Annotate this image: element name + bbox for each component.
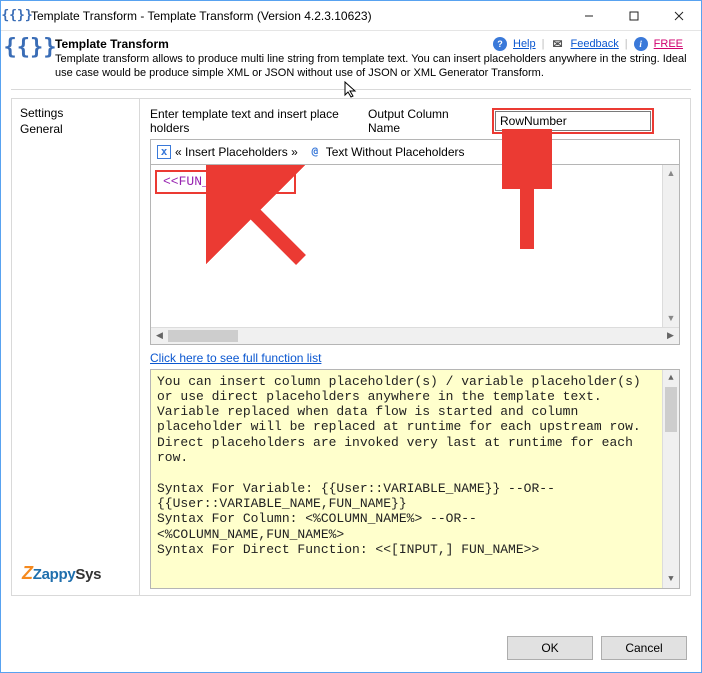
body-panel: Settings General ZZappySys Enter templat… bbox=[11, 98, 691, 596]
header-panel: {{}} Template Transform Template transfo… bbox=[1, 31, 701, 89]
free-link[interactable]: FREE bbox=[654, 38, 683, 50]
window-controls bbox=[566, 1, 701, 30]
scroll-up-icon: ▲ bbox=[663, 165, 679, 182]
titlebar: {{}} Template Transform - Template Trans… bbox=[1, 1, 701, 31]
mail-icon: ✉ bbox=[550, 37, 564, 51]
scroll-right-icon: ▶ bbox=[662, 330, 679, 341]
scroll-left-icon: ◀ bbox=[151, 330, 168, 341]
function-list-link-row: Click here to see full function list bbox=[150, 345, 680, 369]
scroll-down-icon: ▼ bbox=[663, 310, 679, 327]
help-scroll-up-icon: ▲ bbox=[663, 370, 679, 387]
insert-placeholders-button[interactable]: x « Insert Placeholders » bbox=[155, 144, 300, 160]
full-function-list-link[interactable]: Click here to see full function list bbox=[150, 351, 321, 365]
output-column-label: Output Column Name bbox=[368, 107, 484, 135]
help-text[interactable]: You can insert column placeholder(s) / v… bbox=[151, 370, 662, 588]
sidebar: Settings General ZZappySys bbox=[12, 99, 140, 595]
help-vertical-scrollbar[interactable]: ▲ ▼ bbox=[662, 370, 679, 588]
help-scroll-down-icon: ▼ bbox=[663, 571, 679, 588]
template-canvas[interactable]: <<FUN_SEQUENCE>> bbox=[151, 165, 662, 327]
app-icon: {{}} bbox=[9, 8, 25, 24]
footer-buttons: OK Cancel bbox=[507, 636, 687, 660]
help-scroll-thumb[interactable] bbox=[665, 387, 677, 432]
text-without-placeholders-button[interactable]: @ Text Without Placeholders bbox=[306, 144, 467, 160]
help-icon: ? bbox=[493, 37, 507, 51]
header-links: ? Help | ✉ Feedback | i FREE bbox=[493, 37, 683, 51]
minimize-button[interactable] bbox=[566, 1, 611, 30]
sidebar-item-general[interactable]: General bbox=[20, 121, 131, 137]
help-textarea: You can insert column placeholder(s) / v… bbox=[150, 369, 680, 589]
editor-horizontal-scrollbar[interactable]: ◀ ▶ bbox=[151, 327, 679, 344]
h-scroll-thumb[interactable] bbox=[168, 330, 238, 342]
window-title: Template Transform - Template Transform … bbox=[31, 9, 372, 23]
separator bbox=[11, 89, 691, 90]
help-link[interactable]: Help bbox=[513, 38, 536, 50]
close-button[interactable] bbox=[656, 1, 701, 30]
ok-button[interactable]: OK bbox=[507, 636, 593, 660]
at-icon: @ bbox=[308, 145, 322, 159]
feedback-link[interactable]: Feedback bbox=[570, 38, 618, 50]
template-toolbar: x « Insert Placeholders » @ Text Without… bbox=[151, 140, 679, 165]
editor-vertical-scrollbar[interactable]: ▲ ▼ bbox=[662, 165, 679, 327]
header-description: Template transform allows to produce mul… bbox=[55, 53, 691, 81]
enter-template-label: Enter template text and insert place hol… bbox=[150, 107, 360, 135]
template-editor-group: x « Insert Placeholders » @ Text Without… bbox=[150, 139, 680, 345]
output-column-highlight bbox=[492, 108, 654, 134]
info-icon: i bbox=[634, 37, 648, 51]
insert-icon: x bbox=[157, 145, 171, 159]
template-body: <<FUN_SEQUENCE>> ▲ ▼ bbox=[151, 165, 679, 327]
output-column-input[interactable] bbox=[495, 111, 651, 131]
zappysys-logo: ZZappySys bbox=[22, 562, 101, 585]
main-panel: Enter template text and insert place hol… bbox=[140, 99, 690, 595]
maximize-button[interactable] bbox=[611, 1, 656, 30]
sidebar-item-settings[interactable]: Settings bbox=[20, 105, 131, 121]
cancel-button[interactable]: Cancel bbox=[601, 636, 687, 660]
label-row: Enter template text and insert place hol… bbox=[150, 105, 680, 139]
transform-icon: {{}} bbox=[15, 37, 45, 67]
fun-sequence-token: <<FUN_SEQUENCE>> bbox=[155, 170, 296, 194]
